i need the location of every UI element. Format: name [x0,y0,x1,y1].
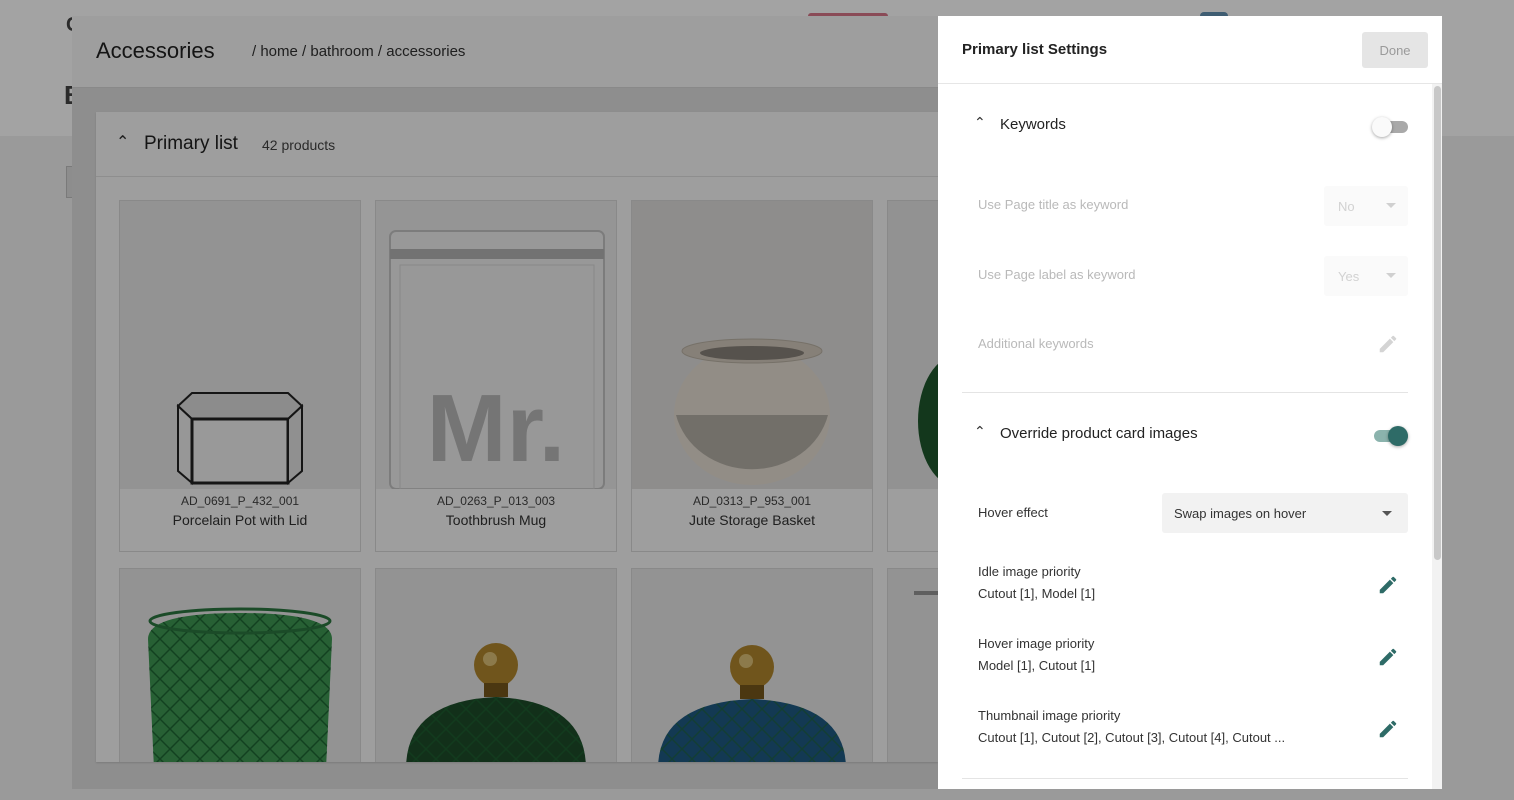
hover-image-priority-label: Hover image priority [978,636,1095,651]
chevron-up-icon[interactable]: ⌃ [116,132,129,152]
product-card[interactable]: Mr. AD_0263_P_013_003 Toothbrush Mug [375,200,617,552]
override-section-title: Override product card images [1000,425,1198,442]
page-label-keyword-select[interactable]: Yes [1324,256,1408,296]
modal-header: Accessories / home / bathroom / accessor… [72,16,938,88]
idle-image-priority-label: Idle image priority [978,564,1081,579]
done-button[interactable]: Done [1362,32,1428,68]
page-label-keyword-label: Use Page label as keyword [978,267,1136,282]
product-name: Porcelain Pot with Lid [172,512,308,528]
primary-list-title: Primary list [144,133,238,154]
caret-down-icon [1386,203,1396,208]
page-title: Accessories [96,38,215,63]
additional-keywords-label: Additional keywords [978,336,1094,351]
hover-image-priority-value: Model [1], Cutout [1] [978,658,1096,673]
product-card[interactable] [119,568,361,762]
chevron-up-icon[interactable]: ⌃ [974,114,986,131]
mug-print: Mr. [427,375,566,482]
pencil-icon[interactable] [1377,718,1399,740]
panel-title: Primary list Settings [962,41,1108,58]
product-image [632,569,872,762]
product-image [888,569,938,762]
page-title-keyword-select[interactable]: No [1324,186,1408,226]
product-name: Toothbrush Mug [445,512,547,528]
settings-modal: Accessories / home / bathroom / accessor… [72,16,1442,789]
product-card[interactable] [887,200,938,552]
product-sku: AD_0691_P_432_001 [180,494,300,508]
product-name: Jute Storage Basket [688,512,816,528]
page-title-keyword-value: No [1338,199,1355,214]
product-card[interactable]: AD_0313_P_953_001 Jute Storage Basket [631,200,873,552]
product-image [632,201,872,489]
override-section-header[interactable]: ⌃ Override product card images [962,417,1408,457]
keywords-section-header[interactable]: ⌃ Keywords [962,108,1408,148]
hover-effect-select[interactable]: Swap images on hover [1162,493,1408,533]
pencil-icon[interactable] [1377,333,1399,355]
page-label-keyword-value: Yes [1338,269,1360,284]
page-title-keyword-label: Use Page title as keyword [978,197,1129,212]
product-card[interactable]: AD_0691_P_432_001 Porcelain Pot with Lid [119,200,361,552]
product-card[interactable] [375,568,617,762]
idle-image-priority-value: Cutout [1], Model [1] [978,586,1096,601]
section-divider [962,778,1408,779]
product-count: 42 products [262,137,336,153]
keywords-toggle[interactable] [1372,116,1408,138]
modal-main: Accessories / home / bathroom / accessor… [72,16,938,789]
override-images-toggle[interactable] [1372,425,1408,447]
hover-effect-label: Hover effect [978,505,1048,520]
primary-list-header[interactable]: ⌃ Primary list 42 products [96,112,938,177]
product-sku: AD_0263_P_013_003 [436,494,556,508]
panel-header: Primary list Settings Done [938,16,1442,84]
product-sku: AD_0313_P_953_001 [692,494,812,508]
product-image [120,201,360,489]
breadcrumb: / home / bathroom / accessories [252,43,466,60]
chevron-up-icon[interactable]: ⌃ [974,423,986,440]
pencil-icon[interactable] [1377,646,1399,668]
product-card[interactable] [887,568,938,762]
content-area: ⌃ Primary list 42 products AD_0691_P_432… [72,88,938,789]
thumbnail-image-priority-value: Cutout [1], Cutout [2], Cutout [3], Cuto… [978,730,1286,745]
thumbnail-image-priority-label: Thumbnail image priority [978,708,1121,723]
panel-scrollbar-thumb[interactable] [1434,86,1441,560]
product-image [376,569,616,762]
product-image [120,569,360,762]
settings-panel: Primary list Settings Done ⌃ Keywords Us… [938,16,1442,789]
keywords-section-title: Keywords [1000,116,1066,133]
primary-list-card: ⌃ Primary list 42 products AD_0691_P_432… [96,112,938,762]
product-card[interactable] [631,568,873,762]
product-image [888,201,938,489]
product-image: Mr. [376,201,616,489]
hover-effect-value: Swap images on hover [1174,506,1307,521]
caret-down-icon [1386,273,1396,278]
section-divider [962,392,1408,393]
caret-down-icon [1382,511,1392,516]
pencil-icon[interactable] [1377,574,1399,596]
